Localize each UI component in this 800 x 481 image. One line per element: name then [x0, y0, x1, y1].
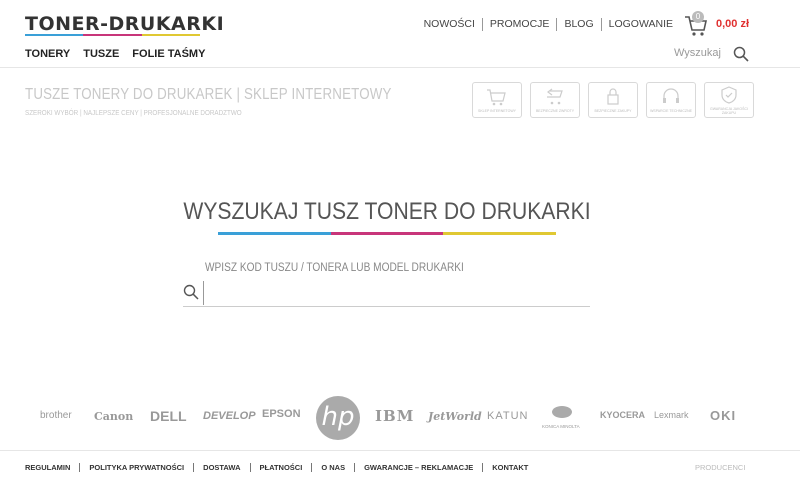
badge-returns: BEZPIECZNE ZWROTY — [530, 82, 580, 118]
brand-develop[interactable]: DEVELOP — [203, 410, 256, 422]
footer-link-polityka[interactable]: POLITYKA PRYWATNOŚCI — [80, 463, 195, 472]
title-color-bar — [218, 232, 557, 235]
main-nav: TONERY TUSZE FOLIE TAŚMY — [25, 48, 205, 60]
search-icon[interactable] — [733, 46, 749, 62]
footer-link-kontakt[interactable]: KONTAKT — [483, 463, 537, 472]
cart-count-badge: 0 — [692, 11, 704, 23]
badge-support: WSPARCIE TECHNICZNE — [646, 82, 696, 118]
konica-minolta-logo-icon — [552, 406, 572, 418]
topnav-logowanie[interactable]: LOGOWANIE — [602, 18, 680, 31]
footer-link-dostawa[interactable]: DOSTAWA — [194, 463, 251, 472]
brand-canon[interactable]: Canon — [94, 410, 133, 423]
brand-kyocera[interactable]: KYOCERA — [600, 410, 645, 420]
feature-badges: SKLEP INTERNETOWY BEZPIECZNE ZWROTY BEZP… — [472, 82, 754, 118]
topnav-promocje[interactable]: PROMOCJE — [483, 18, 558, 31]
headset-icon — [663, 88, 679, 103]
intro-title: TUSZE TONERY DO DRUKAREK | SKLEP INTERNE… — [25, 86, 392, 103]
return-icon — [547, 88, 563, 105]
intro-subtitle: SZEROKI WYBÓR | NAJLEPSZE CENY | PROFESJ… — [25, 110, 242, 117]
site-footer: REGULAMIN POLITYKA PRYWATNOŚCI DOSTAWA P… — [0, 450, 800, 481]
footer-producenci[interactable]: PRODUCENCI — [695, 463, 745, 472]
mainnav-tonery[interactable]: TONERY — [25, 48, 70, 60]
topnav-blog[interactable]: BLOG — [557, 18, 602, 31]
brand-lexmark[interactable]: Lexmark — [654, 410, 689, 420]
badge-secure: BEZPIECZNE ZAKUPY — [588, 82, 638, 118]
site-header: TONER-DRUKARKI NOWOŚCI PROMOCJE BLOG LOG… — [0, 0, 800, 68]
brand-jetworld[interactable]: JetWorld — [428, 410, 482, 423]
brand-oki[interactable]: OKI — [710, 408, 736, 423]
footer-links: REGULAMIN POLITYKA PRYWATNOŚCI DOSTAWA P… — [25, 463, 537, 472]
top-nav: NOWOŚCI PROMOCJE BLOG LOGOWANIE — [417, 18, 680, 31]
logo-color-bar — [25, 34, 200, 36]
shield-icon — [721, 86, 737, 104]
main-search-box — [183, 281, 590, 307]
search-hint: WPISZ KOD TUSZU / TONERA LUB MODEL DRUKA… — [205, 262, 464, 274]
footer-link-regulamin[interactable]: REGULAMIN — [25, 463, 81, 472]
brand-brother[interactable]: brother — [40, 410, 72, 421]
brand-katun[interactable]: KATUN — [487, 410, 528, 422]
badge-guarantee: GWARANCJA JAKOŚCI ZAKUPU — [704, 82, 754, 118]
topnav-nowosci[interactable]: NOWOŚCI — [417, 18, 483, 31]
mainnav-folie-tasmy[interactable]: FOLIE TAŚMY — [132, 48, 205, 60]
brand-hp[interactable]: hp — [316, 396, 360, 440]
header-search-label[interactable]: Wyszukaj — [674, 47, 721, 59]
badge-shop: SKLEP INTERNETOWY — [472, 82, 522, 118]
main-search-input[interactable] — [203, 281, 583, 305]
search-icon[interactable] — [183, 284, 199, 300]
search-section-title: WYSZUKAJ TUSZ TONER DO DRUKARKI — [183, 198, 591, 225]
footer-link-gwarancje[interactable]: GWARANCJE – REKLAMACJE — [355, 463, 484, 472]
brand-konica-minolta[interactable]: KONICA MINOLTA — [542, 424, 580, 429]
cart-icon — [487, 89, 506, 106]
brand-logos: brother Canon DELL DEVELOP EPSON hp IBM … — [40, 396, 760, 442]
brand-ibm[interactable]: IBM — [375, 407, 414, 425]
brand-dell[interactable]: DELL — [150, 408, 187, 424]
brand-epson[interactable]: EPSON — [262, 408, 301, 420]
site-logo[interactable]: TONER-DRUKARKI — [25, 13, 224, 35]
footer-link-o-nas[interactable]: O NAS — [312, 463, 356, 472]
cart-total[interactable]: 0,00 zł — [716, 18, 749, 30]
lock-icon — [607, 88, 619, 105]
mainnav-tusze[interactable]: TUSZE — [83, 48, 119, 60]
footer-link-platnosci[interactable]: PŁATNOŚCI — [251, 463, 313, 472]
